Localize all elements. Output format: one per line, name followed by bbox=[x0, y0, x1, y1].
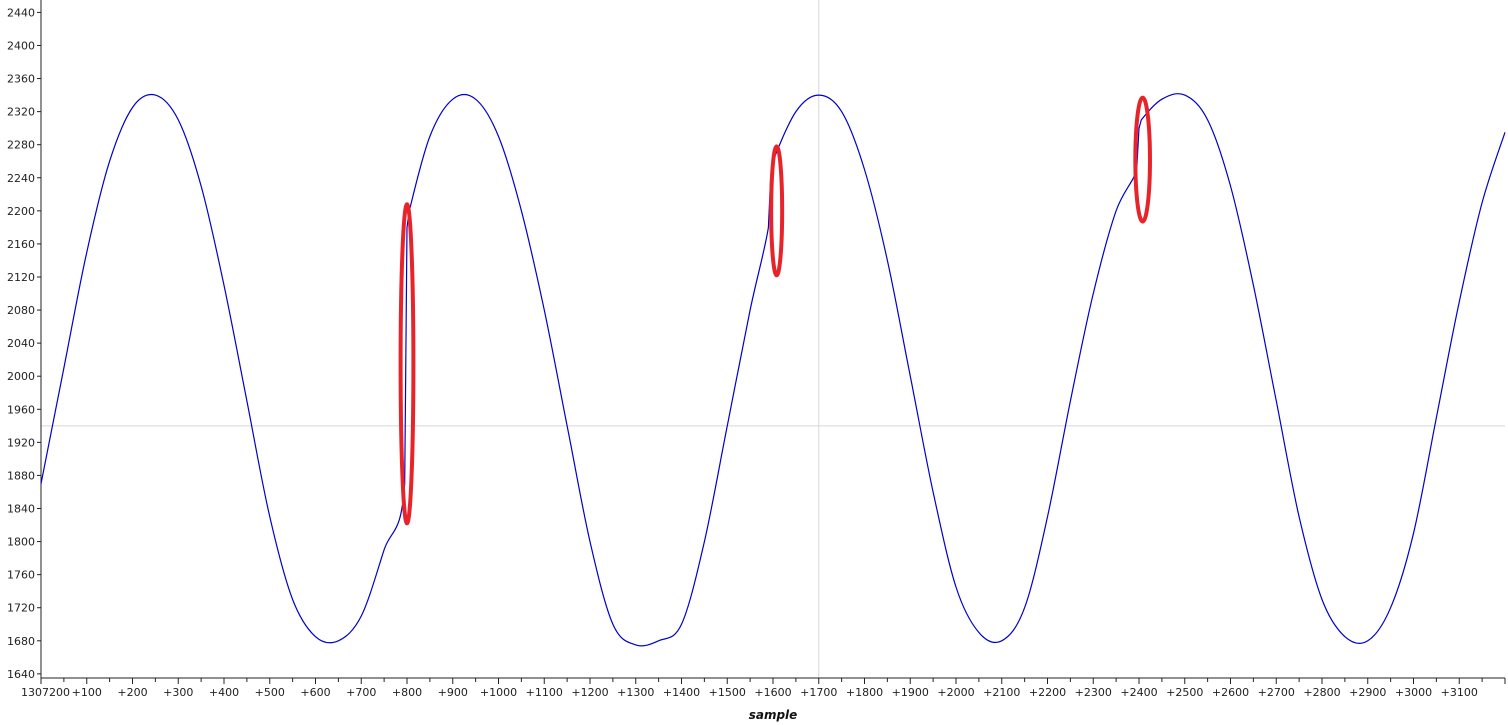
x-tick-label: +800 bbox=[392, 686, 422, 699]
y-tick-label: 2120 bbox=[7, 271, 35, 284]
x-tick-label: +2500 bbox=[1166, 686, 1203, 699]
x-tick-label: +400 bbox=[209, 686, 239, 699]
y-tick-label: 1760 bbox=[7, 569, 35, 582]
y-tick-label: 2040 bbox=[7, 337, 35, 350]
y-tick-label: 1840 bbox=[7, 503, 35, 516]
x-axis-label: sample bbox=[749, 708, 798, 722]
x-tick-label: +2000 bbox=[937, 686, 974, 699]
y-tick-label: 1920 bbox=[7, 436, 35, 449]
y-tick-label: 2000 bbox=[7, 370, 35, 383]
x-tick-label: +1100 bbox=[526, 686, 563, 699]
x-tick-label: 1307200 bbox=[21, 686, 70, 699]
x-tick-label: +2600 bbox=[1212, 686, 1249, 699]
x-tick-label: +2400 bbox=[1120, 686, 1157, 699]
y-tick-label: 1800 bbox=[7, 536, 35, 549]
x-tick-label: +2300 bbox=[1075, 686, 1112, 699]
x-tick-label: +1900 bbox=[892, 686, 929, 699]
y-axis-ticks: 1640 1680 1720 1760 1800 1840 1880 1920 1960 2000… bbox=[7, 6, 41, 681]
y-tick-label: 1680 bbox=[7, 635, 35, 648]
x-tick-label: +100 bbox=[72, 686, 102, 699]
x-tick-label: +3000 bbox=[1395, 686, 1432, 699]
y-tick-label: 2080 bbox=[7, 304, 35, 317]
annotation-ellipse bbox=[769, 144, 785, 278]
x-tick-label: +1600 bbox=[754, 686, 791, 699]
y-tick-label: 1880 bbox=[7, 469, 35, 482]
x-tick-label: +2200 bbox=[1029, 686, 1066, 699]
x-tick-label: +1700 bbox=[800, 686, 837, 699]
y-tick-label: 2160 bbox=[7, 238, 35, 251]
x-tick-label: +1400 bbox=[663, 686, 700, 699]
y-tick-label: 2400 bbox=[7, 39, 35, 52]
x-tick-label: +300 bbox=[163, 686, 193, 699]
x-tick-label: +700 bbox=[346, 686, 376, 699]
y-tick-label: 2360 bbox=[7, 73, 35, 86]
x-tick-label: +200 bbox=[117, 686, 147, 699]
y-tick-label: 1640 bbox=[7, 668, 35, 681]
y-tick-label: 2240 bbox=[7, 172, 35, 185]
y-tick-label: 1720 bbox=[7, 602, 35, 615]
y-tick-label: 2200 bbox=[7, 205, 35, 218]
y-tick-label: 2280 bbox=[7, 139, 35, 152]
y-tick-label: 1960 bbox=[7, 403, 35, 416]
x-tick-label: +2700 bbox=[1258, 686, 1295, 699]
x-axis-ticks: 1307200 +100 +200 +300 +400 +500 +600 +700 +800 +… bbox=[21, 678, 1506, 699]
x-tick-label: +2900 bbox=[1349, 686, 1386, 699]
x-tick-label: +600 bbox=[300, 686, 330, 699]
axes bbox=[40, 0, 1505, 679]
x-tick-label: +500 bbox=[255, 686, 285, 699]
annotation-layer bbox=[398, 95, 1152, 526]
y-tick-label: 2320 bbox=[7, 106, 35, 119]
x-tick-label: +900 bbox=[438, 686, 468, 699]
y-tick-label: 2440 bbox=[7, 6, 35, 19]
x-tick-label: +2800 bbox=[1303, 686, 1340, 699]
x-tick-label: +1300 bbox=[617, 686, 654, 699]
x-tick-label: +1200 bbox=[571, 686, 608, 699]
x-tick-label: +2100 bbox=[983, 686, 1020, 699]
x-tick-label: +1500 bbox=[709, 686, 746, 699]
crosshair bbox=[41, 0, 1505, 678]
x-tick-label: +1800 bbox=[846, 686, 883, 699]
x-tick-label: +1000 bbox=[480, 686, 517, 699]
x-tick-label: +3100 bbox=[1441, 686, 1478, 699]
chart: 1640 1680 1720 1760 1800 1840 1880 1920 1960 2000… bbox=[7, 0, 1506, 722]
